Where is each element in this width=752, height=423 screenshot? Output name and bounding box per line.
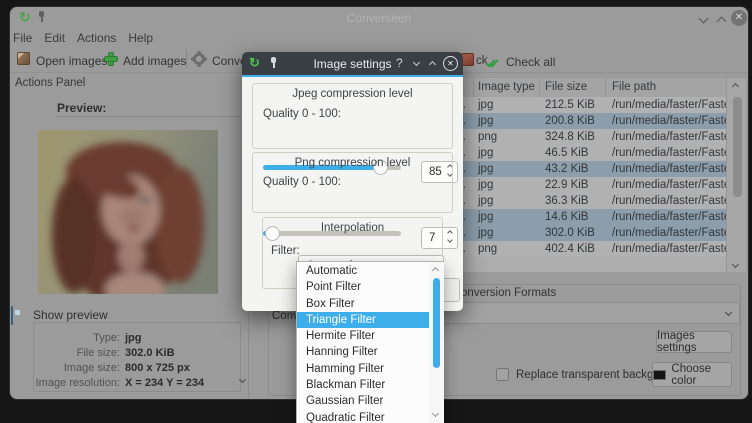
open-images-button[interactable]: Open images [36, 54, 107, 68]
actions-panel-title: Actions Panel [15, 77, 85, 89]
choose-color-label: Choose color [671, 363, 731, 387]
dialog-accent-line [242, 75, 463, 77]
show-preview-label: Show preview [33, 308, 108, 322]
info-value: X = 234 Y = 234 [125, 377, 234, 389]
dropdown-list: AutomaticPoint FilterBox FilterTriangle … [297, 263, 429, 423]
info-value: 302.0 KiB [125, 347, 234, 359]
replace-transparent-checkbox[interactable] [496, 368, 509, 381]
dialog-close-button[interactable]: ✕ [443, 56, 458, 71]
column-file-size[interactable]: File size [540, 78, 606, 97]
png-group: Png compression level Quality 0 - 100: 7 [252, 152, 453, 213]
file-table-header: Image type File size File path [436, 78, 726, 97]
check-all-button[interactable]: Check all [506, 55, 555, 69]
scroll-up-icon[interactable] [432, 267, 439, 274]
dropdown-item[interactable]: Automatic [297, 263, 429, 279]
file-table: Image type File size File path ..jpg212.… [436, 78, 726, 272]
image-info-panel: Type: jpg File size: 302.0 KiB Image size: 80… [33, 322, 241, 392]
interpolation-group-title: Interpolation [263, 222, 442, 234]
open-images-icon [17, 52, 30, 65]
dropdown-item[interactable]: Hermite Filter [297, 328, 429, 344]
dialog-help-button[interactable]: ? [396, 56, 403, 70]
spinbox-arrows-icon[interactable] [448, 231, 452, 242]
menu-bar: File Edit Actions Help [13, 31, 153, 45]
table-row[interactable]: ..jpg22.9 KiB/run/media/faster/Faster… [436, 177, 726, 193]
scroll-down-icon[interactable] [732, 261, 739, 268]
window-title: Converseen [9, 11, 749, 25]
preview-divider [56, 116, 241, 117]
jpeg-group: Jpeg compression level Quality 0 - 100: … [252, 83, 453, 149]
preview-image [38, 130, 218, 294]
png-group-title: Png compression level [253, 157, 452, 169]
dropdown-item[interactable]: Hamming Filter [297, 361, 429, 377]
close-button[interactable]: ✕ [731, 10, 747, 26]
menu-edit[interactable]: Edit [44, 31, 65, 45]
info-label: Image size: [34, 362, 120, 374]
dropdown-item[interactable]: Hanning Filter [297, 344, 429, 360]
menu-actions[interactable]: Actions [77, 31, 116, 45]
table-row[interactable]: ..jpg200.8 KiB/run/media/faster/Faster… [436, 113, 726, 129]
table-row[interactable]: ..jpg36.3 KiB/run/media/faster/Faster… [436, 193, 726, 209]
table-scrollbar[interactable] [726, 78, 746, 272]
dropdown-scrollbar[interactable] [429, 262, 444, 423]
table-row[interactable]: ..jpg212.5 KiB/run/media/faster/Faster… [436, 97, 726, 113]
png-quality-label: Quality 0 - 100: [263, 176, 452, 188]
dialog-titlebar[interactable]: ↻ Image settings ? ✕ [242, 52, 463, 75]
column-image-type[interactable]: Image type [474, 78, 540, 97]
screen: ↻ Converseen ✕ FileEditActionsHelp Open … [0, 0, 752, 423]
table-row[interactable]: ..png324.8 KiB/run/media/faster/Faster… [436, 129, 726, 145]
convert-icon [193, 53, 205, 65]
dropdown-item[interactable]: Quadratic Filter [297, 410, 429, 423]
column-file-path[interactable]: File path [606, 78, 726, 97]
toolbar-separator [186, 50, 187, 68]
choose-color-button[interactable]: Choose color [652, 362, 732, 387]
scroll-down-icon[interactable] [432, 410, 439, 417]
add-images-button[interactable]: Add images [123, 54, 186, 68]
dropdown-scrollbar-thumb[interactable] [433, 278, 440, 368]
color-swatch [653, 370, 666, 380]
menu-help[interactable]: Help [128, 31, 153, 45]
preview-label: Preview: [57, 101, 106, 115]
table-row[interactable]: ..jpg14.6 KiB/run/media/faster/Faster… [436, 209, 726, 225]
dropdown-item[interactable]: Gaussian Filter [297, 393, 429, 409]
images-settings-button[interactable]: Images settings [656, 331, 732, 353]
table-row[interactable]: ..jpg46.5 KiB/run/media/faster/Faster… [436, 145, 726, 161]
check-all-icon [488, 54, 496, 72]
filter-label: Filter: [271, 245, 300, 257]
table-row[interactable]: ..jpg43.2 KiB/run/media/faster/Faster… [436, 161, 726, 177]
combo-arrow-icon [725, 309, 732, 316]
info-label: Image resolution: [34, 377, 120, 389]
dropdown-item[interactable]: Box Filter [297, 296, 429, 312]
info-label: Type: [34, 332, 120, 344]
info-label: File size: [34, 347, 120, 359]
dropdown-item[interactable]: Point Filter [297, 279, 429, 295]
jpeg-group-title: Jpeg compression level [253, 88, 452, 100]
dropdown-item[interactable]: Triangle Filter [297, 312, 429, 328]
scroll-up-icon[interactable] [732, 83, 739, 90]
jpeg-quality-label: Quality 0 - 100: [263, 108, 452, 120]
dropdown-item[interactable]: Blackman Filter [297, 377, 429, 393]
table-scrollbar-thumb[interactable] [733, 97, 742, 197]
menu-file[interactable]: File [13, 31, 32, 45]
table-row[interactable]: ..png402.4 KiB/run/media/faster/Faster… [436, 241, 726, 257]
filter-dropdown-popup: AutomaticPoint FilterBox FilterTriangle … [296, 261, 443, 423]
info-value: jpg [125, 332, 234, 344]
table-row[interactable]: ..jpg302.0 KiB/run/media/faster/Faster… [436, 225, 726, 241]
info-value: 800 x 725 px [125, 362, 234, 374]
show-preview-checkbox[interactable] [11, 306, 13, 325]
